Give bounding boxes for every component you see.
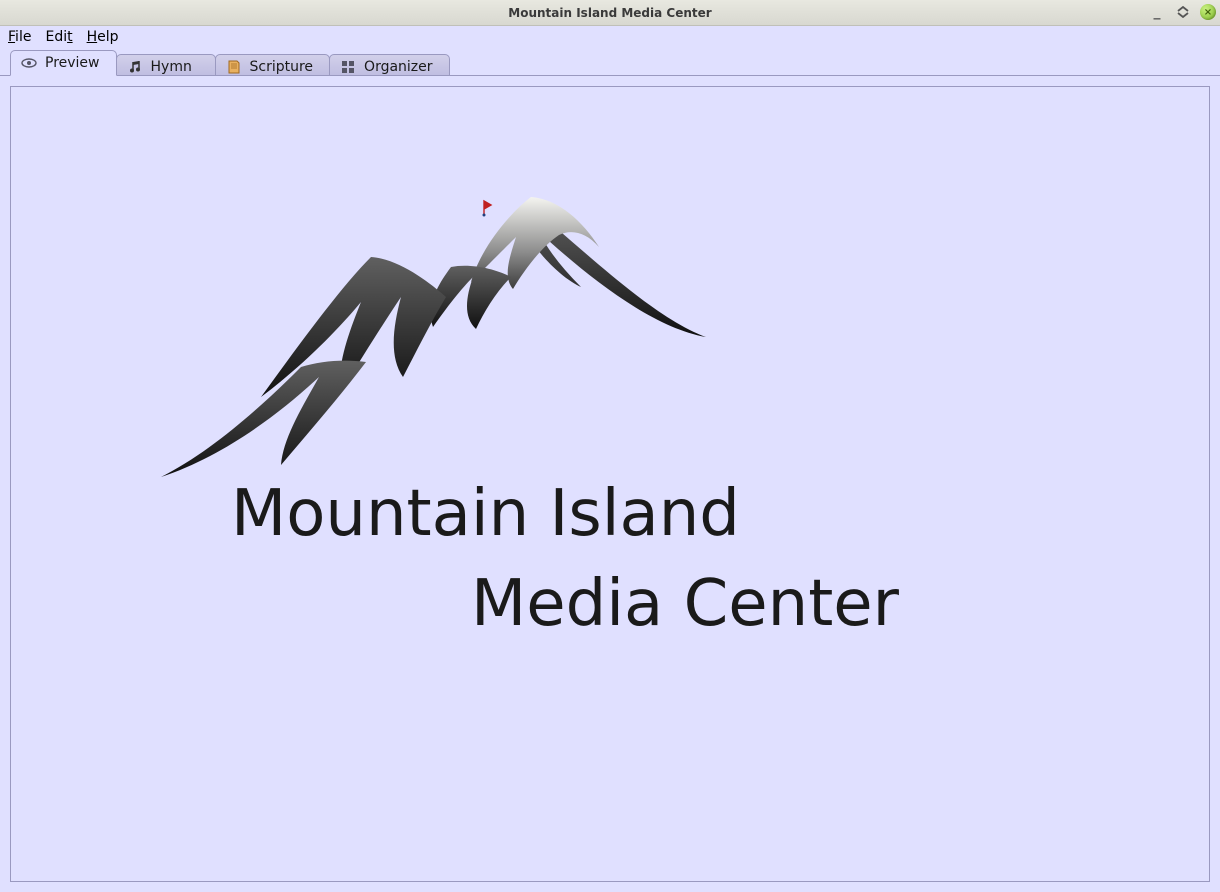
menu-edit[interactable]: Edit xyxy=(45,29,72,45)
window-titlebar: Mountain Island Media Center _ × xyxy=(0,0,1220,26)
close-button[interactable]: × xyxy=(1200,4,1216,20)
menu-file[interactable]: File xyxy=(8,29,31,45)
logo-text-line2: Media Center xyxy=(471,567,899,641)
preview-panel: Mountain Island Media Center xyxy=(10,86,1210,882)
maximize-icon xyxy=(1177,6,1189,18)
tab-preview[interactable]: Preview xyxy=(10,50,117,76)
tab-label: Preview xyxy=(45,55,100,71)
eye-icon xyxy=(21,55,37,71)
logo-text-line1: Mountain Island xyxy=(231,477,740,551)
tab-label: Hymn xyxy=(151,59,192,75)
music-note-icon xyxy=(127,59,143,75)
content-area: Mountain Island Media Center xyxy=(0,75,1220,892)
minimize-button[interactable]: _ xyxy=(1148,3,1166,21)
window-title: Mountain Island Media Center xyxy=(508,6,711,20)
mountain-logo-icon xyxy=(151,177,711,477)
maximize-button[interactable] xyxy=(1174,3,1192,21)
book-icon xyxy=(226,59,242,75)
menu-help[interactable]: Help xyxy=(87,29,119,45)
menubar: File Edit Help xyxy=(0,26,1220,48)
tab-label: Organizer xyxy=(364,59,432,75)
tabbar: Preview Hymn Scripture Organizer xyxy=(0,48,1220,76)
window-controls: _ × xyxy=(1148,3,1216,21)
grid-icon xyxy=(340,59,356,75)
tab-label: Scripture xyxy=(250,59,314,75)
